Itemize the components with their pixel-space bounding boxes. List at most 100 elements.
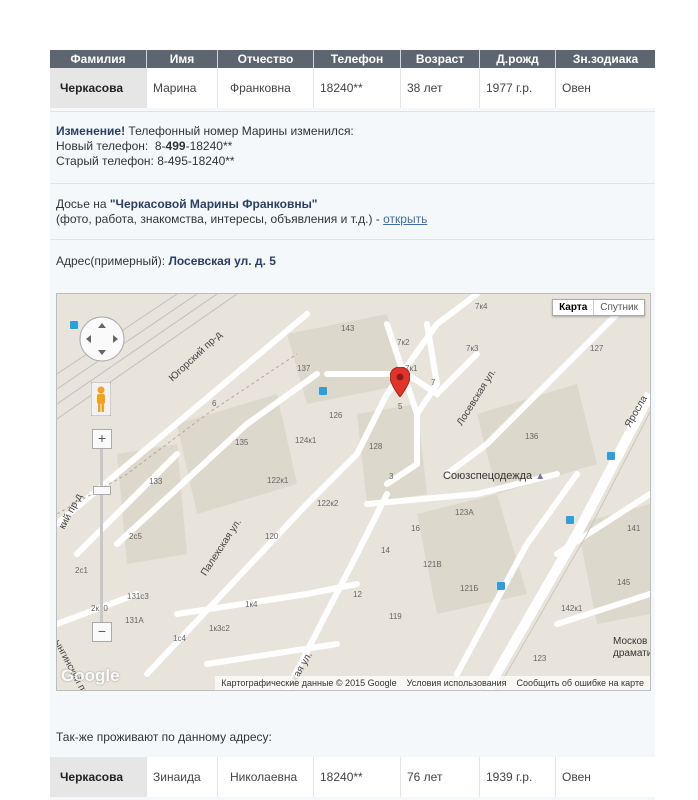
building-label: 5	[398, 402, 403, 411]
dossier-open-link[interactable]: открыть	[383, 212, 427, 226]
map-terms-link[interactable]: Условия использования	[407, 678, 507, 688]
col-age-header: Возраст	[400, 50, 480, 68]
zoom-slider[interactable]	[100, 449, 103, 627]
old-phone-line: Старый телефон: 8-495-18240**	[56, 154, 235, 168]
cell-age: 76 лет	[400, 757, 480, 797]
map-report-link[interactable]: Сообщить об ошибке на карте	[517, 678, 644, 688]
building-label: 7к3	[466, 344, 479, 353]
cell-patronymic: Николаевна	[217, 757, 314, 797]
zoom-slider-thumb[interactable]	[93, 486, 111, 495]
building-label: 1с4	[173, 634, 186, 643]
table-header-row: Фамилия Имя Отчество Телефон Возраст Д.р…	[50, 50, 655, 68]
building-label: 136	[525, 432, 539, 441]
building-label: 1к3с2	[209, 624, 230, 633]
building-label: 119	[389, 612, 402, 621]
building-label: 135	[235, 438, 249, 447]
building-label: 16	[411, 524, 420, 533]
theater-label-2: драматич	[613, 648, 650, 659]
building-label: 12	[353, 590, 362, 599]
map-roads	[57, 294, 650, 690]
building-label: 142к1	[561, 604, 583, 613]
col-birth-header: Д.рожд	[479, 50, 556, 68]
shop-icon: ▲	[535, 471, 546, 482]
map-view[interactable]: 143 7к2 7к4 7к3 5 7к1 7 137 6 126 124к1 …	[56, 293, 651, 691]
building-label: 2с5	[129, 532, 142, 541]
content-panel: Фамилия Имя Отчество Телефон Возраст Д.р…	[50, 50, 655, 800]
cell-phone: 18240**	[313, 68, 401, 108]
theater-label: Москов	[613, 636, 648, 647]
col-surname-header: Фамилия	[50, 50, 147, 68]
new-phone-label: Новый телефон:	[56, 139, 149, 153]
building-label: 6	[212, 399, 217, 408]
building-label: 121Б	[460, 584, 479, 593]
building-label: 127	[590, 344, 604, 353]
building-label: 120	[265, 532, 279, 541]
cell-patronymic: Франковна	[217, 68, 314, 108]
resident-table: Черкасова Зинаида Николаевна 18240** 76 …	[50, 757, 655, 797]
building-label: 3	[389, 472, 394, 481]
cell-age: 38 лет	[400, 68, 480, 108]
building-label: 131с3	[127, 592, 149, 601]
building-label: 143	[341, 324, 355, 333]
building-label: 123	[533, 654, 547, 663]
notice-text: Телефонный номер Марины изменился:	[128, 124, 354, 138]
new-phone-code: 499	[165, 139, 186, 153]
building-label: 141	[627, 524, 641, 533]
address-label: Адрес(примерный):	[56, 254, 166, 268]
map-data-credit: Картографические данные © 2015 Google	[221, 678, 397, 688]
dossier-line: Досье на "Черкасовой Марины Франковны"	[56, 197, 318, 211]
table-row: Черкасова Марина Франковна 18240** 38 ле…	[50, 68, 655, 108]
building-label: 133	[149, 477, 163, 486]
google-logo: Google	[61, 666, 120, 685]
building-label: 137	[297, 364, 311, 373]
notice-line: Изменение! Телефонный номер Марины измен…	[56, 124, 354, 138]
building-label: 122к1	[267, 476, 289, 485]
col-name-header: Имя	[146, 50, 218, 68]
person-table: Фамилия Имя Отчество Телефон Возраст Д.р…	[50, 50, 655, 108]
phone-change-notice: Изменение! Телефонный номер Марины измен…	[50, 111, 655, 184]
dossier-name: "Черкасовой Марины Франковны"	[109, 197, 318, 211]
building-label: 122к2	[317, 499, 339, 508]
building-label: 128	[369, 442, 383, 451]
cell-name: Зинаида	[146, 757, 218, 797]
new-phone-line: Новый телефон: 8-499-18240**	[56, 139, 232, 153]
col-zodiac-header: Зн.зодиака	[555, 50, 655, 68]
building-label: 123А	[455, 508, 474, 517]
poi-name: Союзспецодежда	[443, 470, 533, 482]
cell-birth: 1939 г.р.	[479, 757, 556, 797]
notice-title: Изменение!	[56, 124, 126, 138]
building-label: 124к1	[295, 436, 317, 445]
cell-birth: 1977 г.р.	[479, 68, 556, 108]
dossier-block: Досье на "Черкасовой Марины Франковны" (…	[50, 183, 655, 240]
cell-surname: Черкасова	[50, 757, 147, 797]
location-pin-icon[interactable]	[390, 367, 410, 397]
cell-phone: 18240**	[313, 757, 401, 797]
new-phone-rest: -18240**	[185, 139, 233, 153]
cell-zodiac: Овен	[555, 68, 655, 108]
pan-control[interactable]	[77, 314, 127, 364]
col-patronymic-header: Отчество	[217, 50, 314, 68]
building-label: 126	[329, 411, 343, 420]
map-type-switch: Карта Спутник	[552, 299, 645, 316]
address-value: Лосевская ул. д. 5	[168, 254, 276, 268]
dossier-prefix: Досье на	[56, 197, 107, 211]
building-label: 121В	[423, 560, 442, 569]
dossier-desc: (фото, работа, знакомства, интересы, объ…	[56, 212, 380, 226]
map-type-map-button[interactable]: Карта	[553, 300, 595, 315]
building-label: 14	[381, 546, 390, 555]
address-block: Адрес(примерный): Лосевская ул. д. 5	[50, 239, 655, 290]
residents-heading: Так-же проживают по данному адресу:	[56, 730, 272, 744]
col-phone-header: Телефон	[313, 50, 401, 68]
street-view-pegman-icon[interactable]	[91, 382, 111, 416]
map-type-satellite-button[interactable]: Спутник	[594, 300, 644, 315]
zoom-in-button[interactable]: +	[92, 429, 112, 449]
old-phone-value: 8-495-18240**	[157, 154, 235, 168]
old-phone-label: Старый телефон:	[56, 154, 154, 168]
building-label: 145	[617, 578, 631, 587]
residents-table: Черкасова Зинаида Николаевна 18240** 76 …	[50, 757, 655, 797]
building-label: 7	[431, 378, 436, 387]
zoom-out-button[interactable]: −	[92, 622, 112, 642]
map-attribution: Картографические данные © 2015 Google Ус…	[215, 676, 650, 690]
table-row: Черкасова Зинаида Николаевна 18240** 76 …	[50, 757, 655, 797]
poi-label[interactable]: Союзспецодежда ▲	[443, 470, 545, 482]
